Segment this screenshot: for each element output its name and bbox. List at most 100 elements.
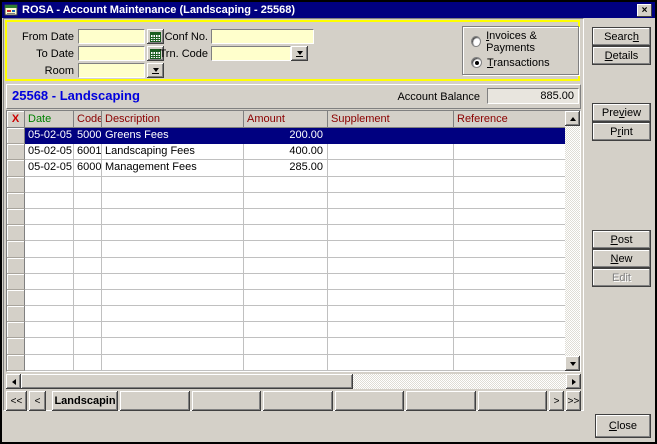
row-selector[interactable]	[7, 144, 25, 161]
dropdown-bar-icon	[296, 55, 303, 57]
trn-code-input[interactable]	[211, 46, 291, 61]
scroll-up-button[interactable]	[565, 111, 580, 126]
column-header-x[interactable]: X	[7, 111, 25, 128]
radio-option-0[interactable]: Invoices & Payments	[471, 30, 578, 54]
trn-code-field[interactable]	[211, 46, 291, 61]
row-selector[interactable]	[7, 306, 25, 323]
vertical-scrollbar[interactable]	[565, 111, 580, 371]
table-row[interactable]: 05-02-05 6001 Landscaping Fees 400.00	[7, 144, 565, 161]
close-button[interactable]: Close	[595, 414, 651, 438]
radio-label: Invoices & Payments	[486, 29, 537, 54]
row-selector[interactable]	[7, 273, 25, 290]
to-date-label: To Date	[36, 48, 74, 60]
row-selector[interactable]	[7, 208, 25, 226]
radio-option-1[interactable]: Transactions	[471, 56, 550, 69]
cell-reference	[454, 322, 565, 339]
preview-button[interactable]: Pre v iew	[592, 103, 651, 122]
cell-reference	[454, 354, 565, 371]
table-row[interactable]: 05-02-05 5000 Greens Fees 200.00	[7, 128, 565, 145]
tab-landscaping[interactable]: Landscapin	[52, 391, 118, 411]
cell-reference	[454, 273, 565, 290]
table-row[interactable]	[7, 225, 565, 242]
cell-code	[74, 306, 102, 323]
horizontal-scrollbar-thumb[interactable]	[21, 374, 353, 389]
trn-code-dropdown-button[interactable]	[291, 46, 308, 61]
horizontal-scrollbar[interactable]	[6, 374, 581, 389]
edit-button: Edit	[592, 268, 651, 287]
row-selector[interactable]	[7, 225, 25, 242]
cell-description	[102, 338, 244, 355]
scroll-right-button[interactable]	[566, 374, 581, 389]
tab-empty-2[interactable]	[263, 391, 333, 411]
table-row[interactable]	[7, 208, 565, 226]
row-selector[interactable]	[7, 289, 25, 307]
scroll-left-button[interactable]	[6, 374, 21, 389]
print-button[interactable]: Pr int	[592, 122, 651, 141]
cell-code: 5000	[74, 128, 102, 145]
conf-no-label: Conf No.	[164, 31, 208, 43]
table-row[interactable]	[7, 192, 565, 209]
window-title: ROSA - Account Maintenance (Landscaping …	[22, 4, 296, 16]
cell-amount	[244, 241, 328, 258]
row-selector[interactable]	[7, 128, 25, 145]
column-header-description[interactable]: Description	[102, 111, 244, 128]
table-row[interactable]	[7, 273, 565, 290]
row-selector[interactable]	[7, 192, 25, 209]
room-dropdown-button[interactable]	[147, 63, 164, 78]
cell-reference	[454, 225, 565, 242]
tab-empty-5[interactable]	[477, 391, 547, 411]
table-row[interactable]	[7, 176, 565, 193]
table-row[interactable]: 05-02-05 6000 Management Fees 285.00	[7, 160, 565, 177]
column-header-reference[interactable]: Reference	[454, 111, 565, 128]
row-selector[interactable]	[7, 160, 25, 177]
table-row[interactable]	[7, 354, 565, 371]
conf-no-field[interactable]	[211, 29, 314, 44]
details-button[interactable]: Details	[592, 46, 651, 65]
column-header-date[interactable]: Date	[25, 111, 74, 128]
new-button[interactable]: New	[592, 249, 651, 268]
row-selector[interactable]	[7, 257, 25, 274]
column-header-code[interactable]: Code	[74, 111, 102, 128]
titlebar-close-button[interactable]: ×	[637, 4, 652, 17]
cell-supplement	[328, 160, 454, 177]
tab-prev-button[interactable]: <	[29, 391, 46, 411]
post-button[interactable]: Post	[592, 230, 651, 249]
table-row[interactable]	[7, 257, 565, 274]
table-row[interactable]	[7, 241, 565, 258]
table-row[interactable]	[7, 289, 565, 307]
cell-supplement	[328, 241, 454, 258]
tab-last-button[interactable]: >>	[566, 391, 581, 411]
row-selector[interactable]	[7, 338, 25, 355]
tab-empty-3[interactable]	[334, 391, 404, 411]
table-row[interactable]	[7, 322, 565, 339]
cell-supplement	[328, 338, 454, 355]
cell-code	[74, 176, 102, 193]
search-button[interactable]: Searc h	[592, 27, 651, 46]
row-selector[interactable]	[7, 176, 25, 193]
tab-empty-4[interactable]	[406, 391, 476, 411]
cell-code	[74, 338, 102, 355]
table-row[interactable]	[7, 338, 565, 355]
tab-first-button[interactable]: <<	[6, 391, 27, 411]
column-header-supplement[interactable]: Supplement	[328, 111, 454, 128]
tab-empty-1[interactable]	[191, 391, 261, 411]
down-arrow-icon	[569, 361, 576, 366]
radio-label: Transactions	[487, 56, 550, 69]
scroll-down-button[interactable]	[565, 356, 580, 371]
cell-description: Management Fees	[102, 160, 244, 177]
column-header-amount[interactable]: Amount	[244, 111, 328, 128]
cell-code	[74, 354, 102, 371]
conf-no-input[interactable]	[211, 29, 314, 44]
row-selector[interactable]	[7, 241, 25, 258]
cell-description	[102, 241, 244, 258]
tab-empty-0[interactable]	[120, 391, 190, 411]
room-field[interactable]	[78, 63, 145, 78]
table-row[interactable]	[7, 306, 565, 323]
cell-date	[25, 273, 74, 290]
from-date-label: From Date	[22, 31, 74, 43]
row-selector[interactable]	[7, 322, 25, 339]
room-input[interactable]	[78, 63, 145, 78]
cell-date	[25, 322, 74, 339]
row-selector[interactable]	[7, 354, 25, 371]
tab-next-button[interactable]: >	[549, 391, 564, 411]
